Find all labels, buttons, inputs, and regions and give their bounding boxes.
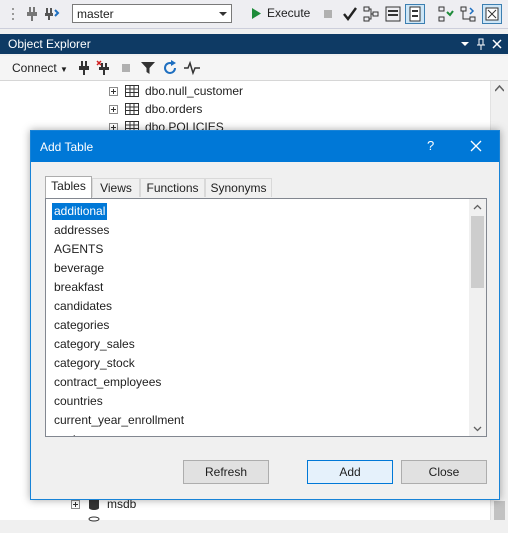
- play-icon: [252, 8, 261, 19]
- chevron-down-icon: [219, 12, 227, 16]
- expand-icon[interactable]: [109, 87, 118, 96]
- toolbar-grip-icon: [12, 8, 14, 20]
- scroll-thumb[interactable]: [471, 216, 484, 288]
- database-name: master: [77, 7, 114, 21]
- connect-dropdown[interactable]: Connect ▼: [12, 61, 68, 75]
- comment-out-icon[interactable]: [482, 4, 502, 24]
- change-connection-icon[interactable]: [44, 6, 60, 22]
- scroll-up-icon[interactable]: [495, 85, 504, 92]
- execution-plan-icon[interactable]: [363, 6, 379, 22]
- connect-plug-icon[interactable]: [76, 60, 92, 76]
- scroll-thumb[interactable]: [494, 501, 505, 520]
- list-item[interactable]: additional: [52, 203, 108, 220]
- list-item[interactable]: category_sales: [52, 336, 137, 353]
- object-explorer-toolbar: Connect ▼: [0, 56, 508, 81]
- list-scrollbar[interactable]: [469, 199, 486, 436]
- results-to-text-icon[interactable]: [385, 6, 401, 22]
- connect-label: Connect: [12, 61, 57, 75]
- tables-list[interactable]: additional addresses AGENTS beverage bre…: [45, 198, 487, 437]
- dialog-title: Add Table: [40, 140, 94, 154]
- help-button[interactable]: ?: [427, 138, 434, 153]
- stop-icon[interactable]: [118, 60, 134, 76]
- tree-node-label: dbo.null_customer: [145, 84, 244, 98]
- close-icon[interactable]: [469, 139, 483, 153]
- list-item[interactable]: AGENTS: [52, 241, 105, 258]
- scroll-down-icon[interactable]: [473, 424, 482, 433]
- connect-plug-icon[interactable]: [24, 6, 40, 22]
- results-to-grid-icon[interactable]: [405, 4, 425, 24]
- object-explorer-header: Object Explorer: [0, 34, 508, 54]
- dialog-title-bar: Add Table ?: [31, 131, 499, 162]
- tab-synonyms[interactable]: Synonyms: [205, 178, 272, 197]
- list-item[interactable]: category_stock: [52, 355, 137, 372]
- chevron-down-icon: ▼: [60, 65, 68, 74]
- expand-icon[interactable]: [71, 500, 80, 509]
- list-item[interactable]: breakfast: [52, 279, 105, 296]
- table-icon: [125, 103, 139, 115]
- list-item[interactable]: current_year_enrollment: [52, 412, 186, 429]
- tab-functions[interactable]: Functions: [140, 178, 205, 197]
- close-button[interactable]: Close: [401, 460, 487, 484]
- client-statistics-icon[interactable]: [460, 6, 476, 22]
- tree-node-label: dbo.orders: [145, 102, 203, 116]
- table-icon: [125, 85, 139, 97]
- expand-icon[interactable]: [109, 105, 118, 114]
- pin-icon[interactable]: [474, 37, 488, 51]
- filter-icon[interactable]: [140, 60, 156, 76]
- refresh-button[interactable]: Refresh: [183, 460, 269, 484]
- activity-monitor-icon[interactable]: [184, 60, 200, 76]
- dropdown-arrow-icon[interactable]: [458, 37, 472, 51]
- list-item[interactable]: contract_employees: [52, 374, 163, 391]
- tab-views[interactable]: Views: [92, 178, 140, 197]
- parse-checkmark-icon[interactable]: [342, 6, 358, 22]
- refresh-icon[interactable]: [162, 60, 178, 76]
- database-dropdown[interactable]: master: [72, 4, 232, 23]
- tree-node-partial: [71, 515, 271, 533]
- disconnect-icon[interactable]: [96, 60, 112, 76]
- add-table-dialog: Add Table ? Tables Views Functions Synon…: [30, 130, 500, 500]
- stop-icon[interactable]: [320, 6, 336, 22]
- tree-node-null-customer[interactable]: dbo.null_customer: [109, 83, 409, 101]
- execute-label: Execute: [267, 6, 311, 20]
- list-item[interactable]: countries: [52, 393, 105, 410]
- scroll-up-icon[interactable]: [473, 203, 482, 212]
- sql-toolbar: master Execute: [0, 0, 508, 29]
- list-item[interactable]: beverage: [52, 260, 106, 277]
- add-button[interactable]: Add: [307, 460, 393, 484]
- list-item[interactable]: customer: [52, 431, 105, 436]
- list-item[interactable]: addresses: [52, 222, 111, 239]
- list-item[interactable]: categories: [52, 317, 111, 334]
- object-explorer-title: Object Explorer: [8, 37, 91, 51]
- list-item[interactable]: candidates: [52, 298, 114, 315]
- tab-tables[interactable]: Tables: [45, 176, 92, 198]
- close-icon[interactable]: [490, 37, 504, 51]
- include-plan-icon[interactable]: [438, 6, 454, 22]
- database-icon: [88, 516, 100, 522]
- tree-node-orders[interactable]: dbo.orders: [109, 101, 409, 119]
